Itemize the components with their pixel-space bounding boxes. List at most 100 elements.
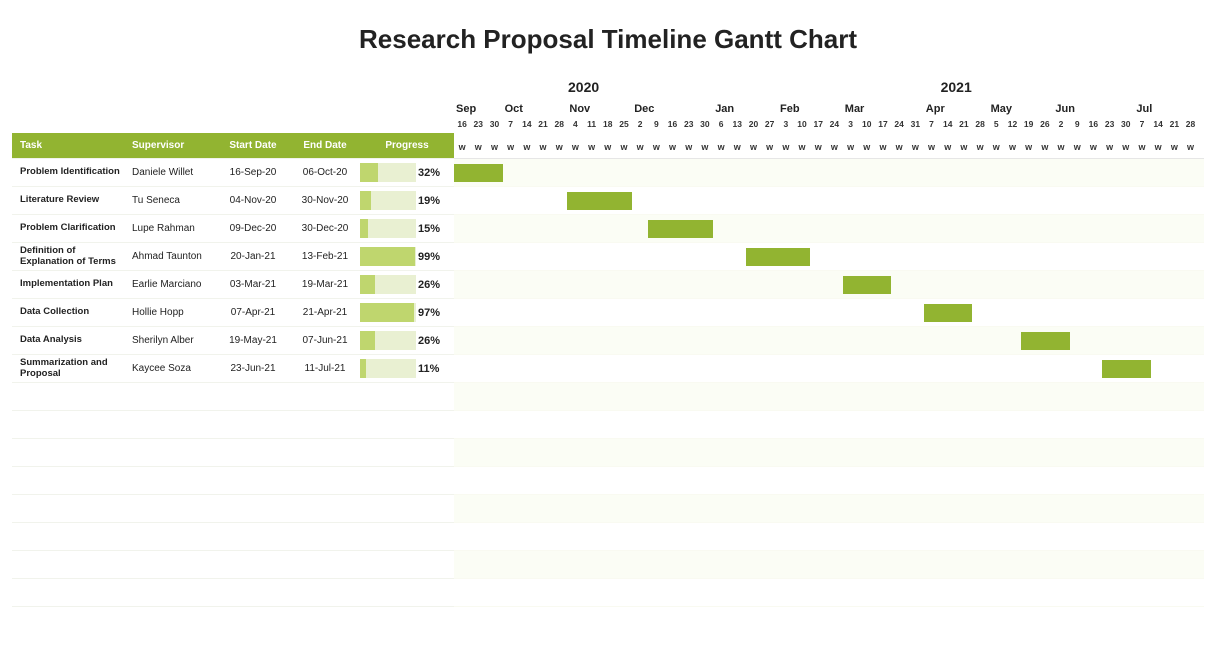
timeline-month-label: May — [989, 103, 1054, 115]
task-name: Data Collection — [12, 307, 132, 317]
timeline-day-number: 6 — [713, 119, 729, 129]
task-start-date: 07-Apr-21 — [216, 307, 290, 318]
timeline-month-label: Feb — [778, 103, 843, 115]
timeline-row — [454, 383, 1204, 411]
timeline-week-marker: w — [503, 142, 519, 152]
task-supervisor: Hollie Hopp — [132, 307, 216, 318]
timeline-week-marker: w — [826, 142, 842, 152]
timeline-day-number: 30 — [1118, 119, 1134, 129]
timeline-month-label: Jun — [1053, 103, 1134, 115]
task-name: Problem Identification — [12, 167, 132, 177]
timeline-week-marker: w — [1134, 142, 1150, 152]
timeline-week-marker: w — [1085, 142, 1101, 152]
timeline-week-marker: w — [1118, 142, 1134, 152]
timeline-day-number: 25 — [616, 119, 632, 129]
timeline-month-label: Dec — [632, 103, 713, 115]
progress-value: 97% — [418, 299, 440, 326]
timeline-header: 20202021 SepOctNovDecJanFebMarAprMayJunJ… — [454, 79, 1204, 159]
timeline-week-marker: w — [616, 142, 632, 152]
timeline-day-number: 9 — [648, 119, 664, 129]
gantt-bar — [648, 220, 713, 238]
timeline-day-number: 9 — [1069, 119, 1085, 129]
task-start-date: 16-Sep-20 — [216, 167, 290, 178]
progress-bar-fill — [360, 247, 415, 266]
timeline-day-number: 16 — [1085, 119, 1101, 129]
timeline-week-marker: w — [875, 142, 891, 152]
gantt-bar — [1102, 360, 1151, 378]
task-name: Definition of Explanation of Terms — [12, 246, 132, 267]
gantt-grid: Task Supervisor Start Date End Date Prog… — [12, 79, 1204, 607]
timeline-day-number: 7 — [1134, 119, 1150, 129]
timeline-row — [454, 439, 1204, 467]
progress-bar-fill — [360, 275, 375, 294]
timeline-week-marker: w — [745, 142, 761, 152]
timeline-day-number: 21 — [956, 119, 972, 129]
timeline-day-number: 17 — [810, 119, 826, 129]
timeline-week-marker: w — [843, 142, 859, 152]
progress-value: 15% — [418, 215, 440, 242]
task-row: Implementation PlanEarlie Marciano03-Mar… — [12, 271, 454, 299]
timeline-week-marker: w — [470, 142, 486, 152]
timeline-week-marker: w — [940, 142, 956, 152]
gantt-bar — [843, 276, 892, 294]
timeline-week-marker: w — [907, 142, 923, 152]
task-table: Task Supervisor Start Date End Date Prog… — [12, 79, 454, 607]
task-end-date: 07-Jun-21 — [290, 335, 360, 346]
timeline-day-number: 30 — [486, 119, 502, 129]
timeline-day-number: 21 — [535, 119, 551, 129]
timeline-week-marker: w — [794, 142, 810, 152]
timeline-day-number: 23 — [681, 119, 697, 129]
timeline-row — [454, 355, 1204, 383]
timeline-day-number: 7 — [503, 119, 519, 129]
timeline-month-label: Mar — [843, 103, 924, 115]
timeline-week-marker: w — [778, 142, 794, 152]
progress-bar-fill — [360, 359, 366, 378]
task-row: Problem IdentificationDaniele Willet16-S… — [12, 159, 454, 187]
timeline-week-marker: w — [1021, 142, 1037, 152]
timeline-week-marker: w — [632, 142, 648, 152]
timeline-day-number: 19 — [1021, 119, 1037, 129]
timeline-week-marker: w — [519, 142, 535, 152]
timeline-year-label: 2020 — [454, 79, 713, 95]
task-row: Problem ClarificationLupe Rahman09-Dec-2… — [12, 215, 454, 243]
gantt-bar — [454, 164, 503, 182]
progress-value: 26% — [418, 327, 440, 354]
timeline-week-marker: w — [567, 142, 583, 152]
timeline-week-marker: w — [551, 142, 567, 152]
timeline-week-marker: w — [859, 142, 875, 152]
progress-bar-fill — [360, 219, 368, 238]
task-end-date: 19-Mar-21 — [290, 279, 360, 290]
gantt-bar — [746, 248, 811, 266]
timeline-day-number: 16 — [454, 119, 470, 129]
task-progress: 15% — [360, 215, 454, 242]
header-task: Task — [12, 140, 132, 151]
timeline-day-number: 27 — [762, 119, 778, 129]
timeline-day-number: 2 — [1053, 119, 1069, 129]
task-name: Data Analysis — [12, 335, 132, 345]
task-progress: 11% — [360, 355, 454, 382]
timeline-day-number: 28 — [972, 119, 988, 129]
timeline-row — [454, 551, 1204, 579]
timeline-week-marker: w — [762, 142, 778, 152]
header-progress: Progress — [360, 140, 454, 151]
task-name: Problem Clarification — [12, 223, 132, 233]
timeline-day-number: 24 — [826, 119, 842, 129]
timeline-row — [454, 271, 1204, 299]
timeline-row — [454, 187, 1204, 215]
progress-value: 99% — [418, 243, 440, 270]
task-table-header-row: Task Supervisor Start Date End Date Prog… — [12, 133, 454, 159]
task-name: Literature Review — [12, 195, 132, 205]
timeline-week-marker: w — [454, 142, 470, 152]
task-name: Summarization and Proposal — [12, 358, 132, 379]
timeline-week-marker: w — [956, 142, 972, 152]
timeline-day-number: 20 — [745, 119, 761, 129]
task-progress: 19% — [360, 187, 454, 214]
timeline-week-marker: w — [1102, 142, 1118, 152]
timeline-day-number: 21 — [1166, 119, 1182, 129]
empty-row — [12, 551, 454, 579]
task-row: Definition of Explanation of TermsAhmad … — [12, 243, 454, 271]
task-supervisor: Sherilyn Alber — [132, 335, 216, 346]
progress-value: 11% — [418, 355, 439, 382]
task-progress: 99% — [360, 243, 454, 270]
timeline-day-number: 14 — [519, 119, 535, 129]
